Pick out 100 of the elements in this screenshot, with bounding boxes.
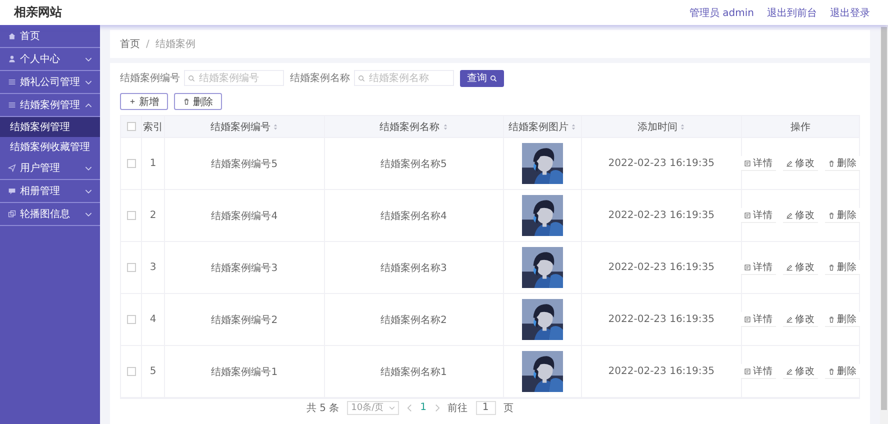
edit-icon (786, 160, 793, 166)
search-field[interactable]: 结婚案例名称 (354, 70, 454, 86)
delete-button[interactable]: 删除 (824, 208, 860, 223)
previous-page-icon[interactable] (407, 404, 412, 412)
column-header: 操作 (790, 120, 810, 134)
column-header: 结婚案例编号 (210, 120, 270, 134)
trash-icon (828, 316, 835, 322)
table-cell: 3 (150, 262, 156, 273)
table-cell: 2022-02-23 16:19:35 (608, 314, 714, 325)
scrollbar[interactable] (880, 25, 888, 424)
search-icon (188, 75, 195, 82)
caret-icon (389, 406, 396, 410)
person-icon (8, 55, 16, 63)
table-cell-text: 结婚案例名称3 (380, 262, 447, 274)
trash-icon (828, 368, 835, 374)
table-cell-text: 结婚案例名称2 (380, 314, 447, 326)
table-cell: 4 (150, 314, 156, 325)
send-icon (8, 164, 16, 172)
trash-icon (828, 264, 835, 270)
sort-icon[interactable] (680, 122, 686, 130)
table-cell-text: 结婚案例编号3 (211, 262, 278, 274)
sort-icon[interactable] (273, 122, 278, 130)
checkbox[interactable] (126, 315, 136, 324)
list-icon (8, 101, 16, 109)
delete-button[interactable]: 删除 (824, 156, 860, 171)
edit-button[interactable]: 修改 (782, 364, 818, 379)
sidebar-subitem[interactable]: 结婚案例收藏管理 (0, 137, 100, 157)
header-link[interactable]: 管理员 admin (689, 6, 754, 20)
site-title: 相亲网站 (14, 4, 62, 21)
checkbox[interactable] (126, 122, 136, 131)
edit-icon (786, 212, 793, 218)
trash-icon (183, 98, 190, 105)
edit-icon (786, 264, 793, 270)
next-page-icon[interactable] (434, 404, 440, 412)
goto-label: 前往 (448, 402, 468, 414)
edit-button[interactable]: 修改 (782, 260, 818, 275)
sort-icon[interactable] (571, 122, 576, 130)
document-icon (744, 316, 751, 322)
column-header: 结婚案例名称 (380, 120, 440, 134)
checkbox[interactable] (126, 159, 136, 168)
page-input[interactable]: 1 (476, 400, 496, 414)
table-cell-text: 结婚案例编号2 (211, 314, 278, 326)
search-field[interactable]: 结婚案例编号 (184, 70, 284, 86)
checkbox[interactable] (126, 211, 136, 220)
sidebar-subitem[interactable]: 结婚案例管理 (0, 117, 100, 137)
edit-button[interactable]: 修改 (782, 312, 818, 327)
header-link[interactable]: 退出到前台 (767, 6, 817, 20)
list-icon (8, 78, 16, 86)
table-cell: 2 (150, 210, 156, 221)
message-icon (8, 187, 16, 195)
delete-button[interactable]: 删除 (824, 312, 860, 327)
details-button[interactable]: 详情 (740, 364, 776, 379)
column-header: 添加时间 (637, 120, 678, 134)
table-cell: 1 (150, 158, 156, 169)
edit-button[interactable]: 修改 (782, 208, 818, 223)
table-cell: 2022-02-23 16:19:35 (608, 158, 714, 169)
sort-icon[interactable] (442, 122, 448, 130)
details-button[interactable]: 详情 (740, 208, 776, 223)
delete-button[interactable]: 删除 (174, 93, 222, 110)
checkbox[interactable] (126, 367, 136, 376)
sidebar-item[interactable]: 个人中心 (0, 48, 100, 71)
search-icon (358, 75, 365, 82)
copy-icon (8, 210, 16, 218)
details-button[interactable]: 详情 (740, 156, 776, 171)
sidebar-item[interactable]: 用户管理 (0, 157, 100, 180)
edit-icon (786, 316, 793, 322)
table-cell: 2022-02-23 16:19:35 (608, 366, 714, 377)
table-cell-text: 结婚案例编号1 (211, 366, 278, 378)
table-cell-text: 结婚案例名称4 (380, 210, 447, 222)
table-cell: 2022-02-23 16:19:35 (608, 262, 714, 273)
search-button[interactable]: 查询 (460, 70, 504, 86)
sidebar-item[interactable]: 婚礼公司管理 (0, 71, 100, 94)
edit-icon (786, 368, 793, 374)
sidebar-item[interactable]: 轮播图信息 (0, 203, 100, 226)
table-cell-text: 结婚案例编号5 (211, 158, 278, 170)
breadcrumb-link[interactable]: 首页 (120, 37, 140, 51)
trash-icon (828, 160, 835, 166)
table-cell-text: 结婚案例名称5 (380, 158, 447, 170)
details-button[interactable]: 详情 (740, 260, 776, 275)
add-button[interactable]: 新增 (120, 93, 168, 110)
sidebar-item[interactable]: 首页 (0, 25, 100, 48)
delete-button[interactable]: 删除 (824, 260, 860, 275)
sidebar-item[interactable]: 相册管理 (0, 180, 100, 203)
document-icon (744, 212, 751, 218)
trash-icon (828, 212, 835, 218)
column-header: 结婚案例图片 (508, 120, 568, 134)
field-label: 结婚案例编号 (120, 72, 180, 85)
delete-button[interactable]: 删除 (824, 364, 860, 379)
edit-button[interactable]: 修改 (782, 156, 818, 171)
document-icon (744, 264, 751, 270)
details-button[interactable]: 详情 (740, 312, 776, 327)
home-icon (8, 32, 16, 40)
document-icon (744, 160, 751, 166)
table-cell-text: 结婚案例名称1 (380, 366, 447, 378)
header-link[interactable]: 退出登录 (830, 6, 870, 20)
document-icon (744, 368, 751, 374)
checkbox[interactable] (126, 263, 136, 272)
breadcrumb-separator: / (146, 38, 150, 50)
table-cell: 5 (150, 366, 156, 377)
goto-suffix: 页 (504, 402, 514, 414)
